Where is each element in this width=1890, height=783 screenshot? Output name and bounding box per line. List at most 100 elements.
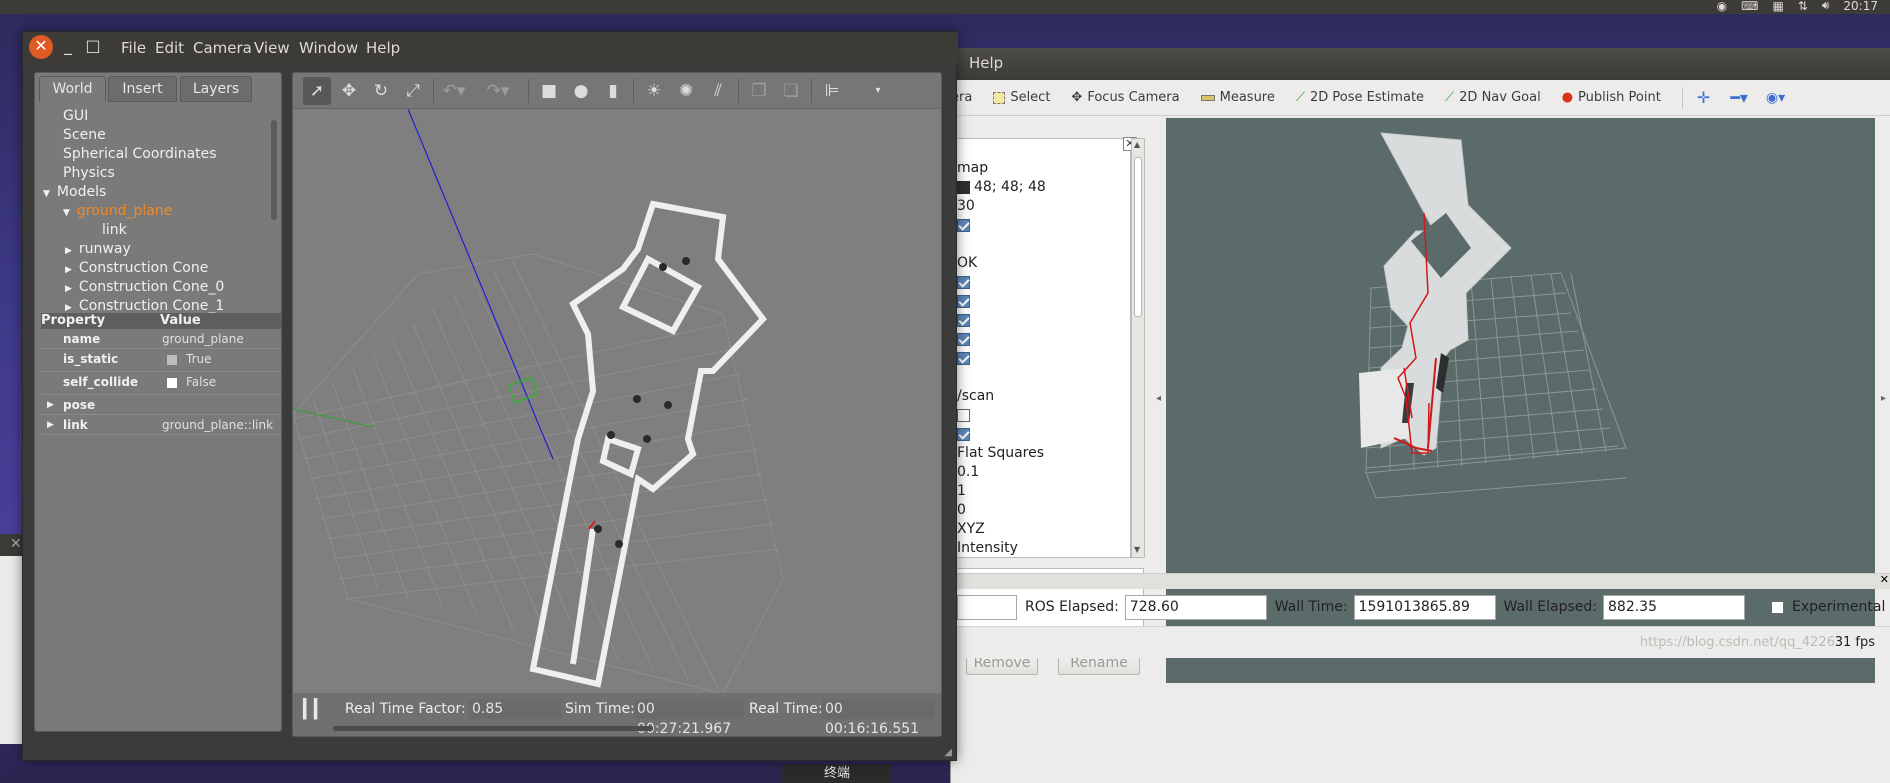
spot-light-icon[interactable]: ✺ <box>672 77 700 105</box>
collapsed-icon[interactable]: ▶ <box>65 303 72 313</box>
frame-rate-value[interactable]: 30 <box>957 197 975 216</box>
translate-mode-icon[interactable]: ✥ <box>335 77 363 105</box>
menu-camera[interactable]: Camera <box>193 39 252 57</box>
sphere-shape-icon[interactable]: ● <box>567 77 595 105</box>
prop-row-self-collide[interactable]: self_collide False <box>41 373 281 395</box>
collapsed-icon[interactable]: ▶ <box>47 416 54 435</box>
tree-item-spherical[interactable]: Spherical Coordinates <box>63 145 217 164</box>
checkbox[interactable] <box>957 313 970 327</box>
toolbar-menu-icon[interactable]: ▾ <box>864 77 892 105</box>
checkbox[interactable] <box>957 408 970 422</box>
checkbox-row[interactable] <box>957 349 970 368</box>
prop-row-pose[interactable]: ▶ pose <box>41 396 281 415</box>
prop-row-link[interactable]: ▶ link ground_plane::link <box>41 416 281 435</box>
menu-help[interactable]: Help <box>366 39 400 57</box>
rotate-mode-icon[interactable]: ↻ <box>367 77 395 105</box>
checkbox[interactable] <box>957 294 970 308</box>
tab-world[interactable]: World <box>39 76 106 102</box>
gazebo-3d-view[interactable]: ➚ ✥ ↻ ⤢ ↶▾ ↷▾ ■ ● ▮ ☀ ✺ ⫽ ❐ ❏ ⊫ ▾ ▎▎ Rea… <box>292 72 942 737</box>
tree-item-cone-0[interactable]: ▶ Construction Cone_0 <box>65 278 224 297</box>
collapsed-icon[interactable]: ▶ <box>65 265 72 275</box>
ros-time-field[interactable] <box>957 594 1017 620</box>
displays-tree[interactable]: ✕ map 48; 48; 48 30 OK /scan Flat Square… <box>951 137 1137 558</box>
tree-item-link[interactable]: link <box>102 221 127 240</box>
tree-scrollbar[interactable] <box>271 120 277 220</box>
display-map[interactable]: map <box>957 159 988 178</box>
prop-row-name[interactable]: name ground_plane <box>41 330 281 349</box>
checkbox[interactable] <box>957 275 970 289</box>
tree-item-cone[interactable]: ▶ Construction Cone <box>65 259 208 278</box>
checkbox[interactable] <box>957 351 970 365</box>
cylinder-shape-icon[interactable]: ▮ <box>599 77 627 105</box>
checkbox[interactable] <box>166 353 178 366</box>
alpha-value[interactable]: 1 <box>957 482 966 501</box>
collapsed-icon[interactable]: ▶ <box>47 396 54 415</box>
tree-item-runway[interactable]: ▶ runway <box>65 240 131 259</box>
checkbox-row[interactable] <box>957 425 970 444</box>
menu-window[interactable]: Window <box>299 39 358 57</box>
checkbox[interactable] <box>166 376 178 389</box>
volume-icon[interactable]: 🔊︎ <box>1822 0 1830 13</box>
decay-value[interactable]: 0 <box>957 501 966 520</box>
checkbox-row[interactable] <box>957 292 970 311</box>
tab-layers[interactable]: Layers <box>180 76 252 102</box>
keyboard-icon[interactable]: ⌨ <box>1741 0 1758 13</box>
maximize-icon[interactable]: □ <box>81 35 105 59</box>
collapse-right-icon[interactable]: ▸ <box>1881 393 1886 404</box>
menu-edit[interactable]: Edit <box>155 39 184 57</box>
scale-mode-icon[interactable]: ⤢ <box>399 77 427 105</box>
checkbox[interactable] <box>957 427 970 441</box>
expanded-icon[interactable]: ▼ <box>43 189 50 199</box>
wall-time-field[interactable]: 1591013865.89 <box>1353 594 1496 620</box>
menu-file[interactable]: File <box>121 39 146 57</box>
tree-item-physics[interactable]: Physics <box>63 164 115 183</box>
select-mode-icon[interactable]: ➚ <box>303 76 331 105</box>
pause-icon[interactable]: ▎▎ <box>303 699 328 720</box>
network-icon[interactable]: ⇅ <box>1798 0 1808 13</box>
expanded-icon[interactable]: ▼ <box>63 208 70 218</box>
redo-icon[interactable]: ↷▾ <box>484 77 512 105</box>
experimental-checkbox[interactable] <box>1771 600 1784 614</box>
checkbox[interactable] <box>957 332 970 346</box>
collapsed-icon[interactable]: ▶ <box>65 246 72 256</box>
keyboard-layout-icon[interactable]: ▦ <box>1772 0 1783 13</box>
displays-scrollbar[interactable]: ▲ ▼ <box>1131 138 1145 558</box>
point-light-icon[interactable]: ☀ <box>640 77 668 105</box>
tree-item-ground-plane[interactable]: ▼ ground_plane <box>63 202 172 221</box>
arrow-up-icon[interactable]: ▲ <box>1134 140 1140 149</box>
color-transformer-value[interactable]: Intensity <box>957 539 1018 558</box>
resize-grip-icon[interactable]: ◢ <box>944 747 952 758</box>
box-shape-icon[interactable]: ■ <box>535 77 563 105</box>
close-icon[interactable]: ✕ <box>1880 573 1889 586</box>
copy-icon[interactable]: ❐ <box>745 77 773 105</box>
scrollbar-thumb[interactable] <box>1134 157 1142 317</box>
tool-measure[interactable]: Measure <box>1200 90 1275 105</box>
tree-item-models[interactable]: ▼ Models <box>43 183 106 202</box>
remove-tool-icon[interactable]: ━▾ <box>1730 88 1748 107</box>
tree-item-scene[interactable]: Scene <box>63 126 106 145</box>
paste-icon[interactable]: ❏ <box>777 77 805 105</box>
menu-view[interactable]: View <box>254 39 290 57</box>
checkbox-row[interactable] <box>957 216 970 235</box>
tool-2d-nav-goal[interactable]: ⟋ 2D Nav Goal <box>1445 90 1541 105</box>
menu-help[interactable]: Help <box>969 54 1003 72</box>
tree-item-gui[interactable]: GUI <box>63 107 88 126</box>
position-transformer-value[interactable]: XYZ <box>957 520 985 539</box>
tool-2d-pose-estimate[interactable]: ⟋ 2D Pose Estimate <box>1296 90 1424 105</box>
add-tool-icon[interactable]: ✛ <box>1697 88 1710 107</box>
wall-elapsed-field[interactable]: 882.35 <box>1603 594 1745 620</box>
checkbox-row[interactable] <box>957 406 970 425</box>
tab-insert[interactable]: Insert <box>108 76 177 102</box>
tool-select[interactable]: Select <box>993 90 1050 105</box>
size-value[interactable]: 0.1 <box>957 463 979 482</box>
clock[interactable]: 20:17 <box>1843 0 1878 13</box>
style-value[interactable]: Flat Squares <box>957 444 1044 463</box>
skype-icon[interactable]: ◉ <box>1717 0 1727 13</box>
background-color-row[interactable]: 48; 48; 48 <box>957 178 1046 197</box>
close-icon[interactable]: ✕ <box>10 536 22 552</box>
collapsed-icon[interactable]: ▶ <box>65 284 72 294</box>
directional-light-icon[interactable]: ⫽ <box>704 77 732 105</box>
collapse-left-icon[interactable]: ◂ <box>1156 393 1161 404</box>
checkbox[interactable] <box>957 218 970 232</box>
close-icon[interactable]: ✕ <box>29 35 53 59</box>
